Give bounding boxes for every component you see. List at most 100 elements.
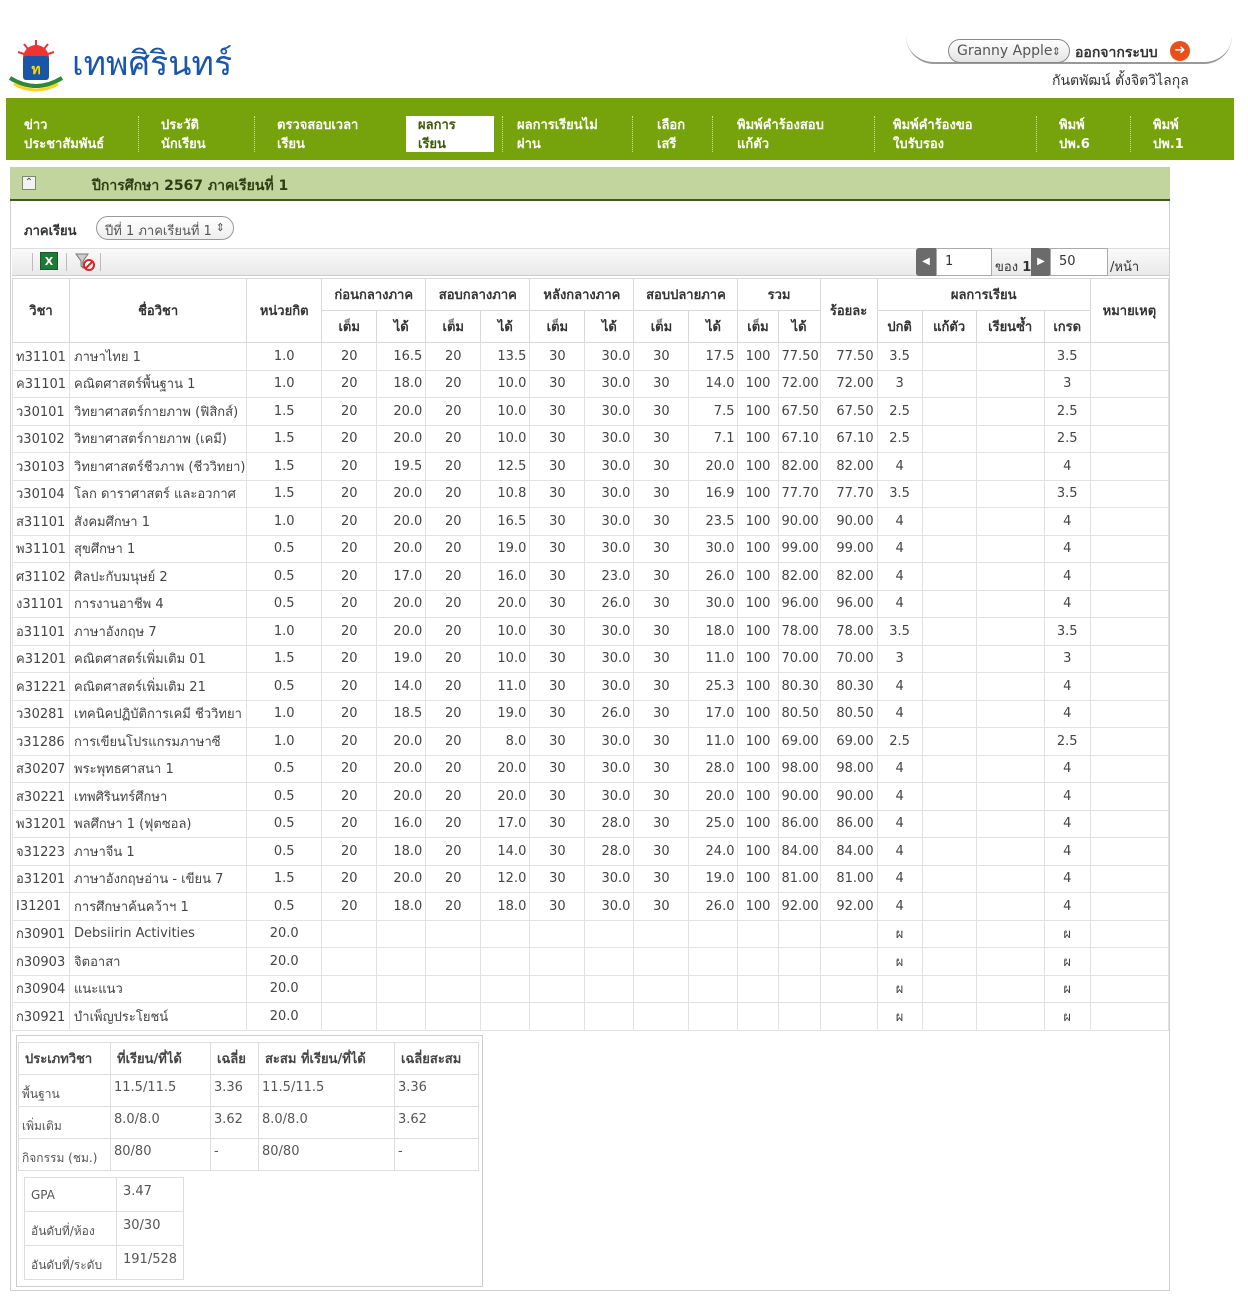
col-percent[interactable]: ร้อยละ	[819, 278, 878, 343]
table-cell: 100	[737, 837, 779, 866]
table-cell: 30.0	[584, 892, 635, 921]
table-cell	[819, 1002, 878, 1031]
table-cell: คณิตศาสตร์เพิ่มเติม 01	[69, 644, 248, 673]
nav-grades[interactable]: ผลการ เรียน	[406, 116, 494, 152]
table-row[interactable]: I31201 การศึกษาค้นคว้าฯ 1 0.5 20 18.0 20 18.0 3…	[11, 892, 1170, 921]
table-cell	[975, 727, 1045, 756]
table-cell: 1.5	[246, 397, 323, 426]
table-cell	[1089, 644, 1170, 673]
table-row[interactable]: ว30281 เทคนิคปฏิบัติการเคมี ชีววิทยา 1.0 20…	[11, 699, 1170, 728]
nav-failed-grades[interactable]: ผลการเรียนไม่ ผ่าน	[502, 116, 598, 152]
col-subject-name[interactable]: ชื่อวิชา	[69, 278, 248, 343]
table-row[interactable]: ว30103 วิทยาศาสตร์ชีวภาพ (ชีววิทยา) 1.5 20 1…	[11, 452, 1170, 481]
table-cell: 20	[425, 892, 482, 921]
table-row[interactable]: อ31101 ภาษาอังกฤษ 7 1.0 20 20.0 20 10.0 30 30.0 3…	[11, 617, 1170, 646]
table-cell	[1089, 369, 1170, 398]
term-select[interactable]: ปีที่ 1 ภาคเรียนที่ 1 ⇕	[96, 216, 234, 240]
table-row[interactable]: ศ31102 ศิลปะกับมนุษย์ 2 0.5 20 17.0 20 16.0 30 2…	[11, 562, 1170, 591]
col-credit[interactable]: หน่วยกิต	[246, 278, 323, 343]
table-cell	[737, 919, 779, 948]
rank-level-value: 191/528	[115, 1245, 185, 1280]
nav-print-por6[interactable]: พิมพ์ ปพ.6	[1036, 116, 1090, 152]
table-cell: ว30101	[11, 397, 71, 426]
table-row[interactable]: อ31201 ภาษาอังกฤษอ่าน - เขียน 7 1.5 20 20.0 2…	[11, 864, 1170, 893]
table-cell: 30.0	[584, 369, 635, 398]
table-cell: 30	[633, 864, 690, 893]
arrow-right-icon[interactable]: ➜	[1170, 41, 1190, 61]
table-cell: 96.00	[777, 589, 821, 618]
table-cell	[321, 919, 378, 948]
table-row[interactable]: พ31201 พลศึกษา 1 (ฟุตซอล) 0.5 20 16.0 20 17.0 3…	[11, 809, 1170, 838]
table-row[interactable]: ส30221 เทพศิรินทร์ศึกษา 0.5 20 20.0 20 20.0 30 3…	[11, 782, 1170, 811]
logout-link[interactable]: ออกจากระบบ	[1075, 42, 1158, 64]
col-subject-code[interactable]: วิชา	[11, 278, 71, 343]
table-row[interactable]: ง31101 การงานอาชีพ 4 0.5 20 20.0 20 20.0 30 26.0…	[11, 589, 1170, 618]
collapse-icon[interactable]: ⌃	[22, 176, 36, 190]
nav-news[interactable]: ข่าว ประชาสัมพันธ์	[24, 116, 104, 152]
table-cell: 4	[1043, 782, 1091, 811]
table-cell: 18.0	[480, 892, 531, 921]
table-cell: 0.5	[246, 782, 323, 811]
table-row[interactable]: ก30921 บำเพ็ญประโยชน์ 20.0 ผ ผ	[11, 1002, 1170, 1031]
table-row[interactable]: ก30903 จิตอาสา 20.0 ผ ผ	[11, 947, 1170, 976]
table-cell: 100	[737, 672, 779, 701]
page-size-input[interactable]: 50	[1050, 248, 1108, 276]
table-cell	[975, 699, 1045, 728]
chevron-updown-icon: ⇕	[1051, 45, 1061, 58]
nav-elective[interactable]: เลือก เสรี	[632, 116, 685, 152]
table-cell	[376, 947, 427, 976]
table-cell: 24.0	[688, 837, 739, 866]
page-input[interactable]: 1	[936, 248, 992, 276]
table-row[interactable]: ก30904 แนะแนว 20.0 ผ ผ	[11, 974, 1170, 1003]
table-row[interactable]: ค31101 คณิตศาสตร์พื้นฐาน 1 1.0 20 18.0 20 10.0…	[11, 369, 1170, 398]
table-row[interactable]: ค31201 คณิตศาสตร์เพิ่มเติม 01 1.5 20 19.0 20 1…	[11, 644, 1170, 673]
table-row[interactable]: ว31286 การเขียนโปรแกรมภาษาซี 1.0 20 20.0 20 8.…	[11, 727, 1170, 756]
excel-export-icon[interactable]: X	[40, 252, 58, 270]
col-remark[interactable]: หมายเหตุ	[1089, 278, 1170, 343]
table-cell: 30	[633, 534, 690, 563]
table-cell: 30	[633, 892, 690, 921]
table-cell: 3.5	[1043, 617, 1091, 646]
table-cell	[975, 342, 1045, 371]
user-select[interactable]: Granny Apple ⇕	[948, 39, 1070, 63]
clear-filter-icon[interactable]	[74, 252, 96, 272]
table-row[interactable]: ส31101 สังคมศึกษา 1 1.0 20 20.0 20 16.5 30 30.0 3…	[11, 507, 1170, 536]
table-cell: 80.30	[777, 672, 821, 701]
table-row[interactable]: ท31101 ภาษาไทย 1 1.0 20 16.5 20 13.5 30 30.0 30 17…	[11, 342, 1170, 371]
table-cell: 30.0	[584, 342, 635, 371]
table-cell: 7.5	[688, 397, 739, 426]
table-row[interactable]: ส30207 พระพุทธศาสนา 1 0.5 20 20.0 20 20.0 30 30.…	[11, 754, 1170, 783]
table-row[interactable]: ว30104 โลก ดาราศาสตร์ และอวกาศ 1.5 20 20.0 20…	[11, 479, 1170, 508]
table-cell: ว30104	[11, 479, 71, 508]
table-row[interactable]: ก30901 Debsiirin Activities 20.0 ผ ผ	[11, 919, 1170, 948]
table-cell	[921, 617, 977, 646]
table-row[interactable]: ว30102 วิทยาศาสตร์กายภาพ (เคมี) 1.5 20 20.0 2…	[11, 424, 1170, 453]
table-cell	[633, 1002, 690, 1031]
table-cell: 4	[876, 809, 923, 838]
nav-print-certificate[interactable]: พิมพ์คำร้องขอ ใบรับรอง	[874, 116, 973, 152]
table-row[interactable]: พ31101 สุขศึกษา 1 0.5 20 20.0 20 19.0 30 30.0 30 3…	[11, 534, 1170, 563]
nav-attendance[interactable]: ตรวจสอบเวลา เรียน	[254, 116, 358, 152]
summary-table: ประเภทวิชา ที่เรียน/ที่ได้ เฉลี่ย สะสม ท…	[18, 1042, 479, 1171]
toolbar-divider	[66, 253, 67, 271]
table-cell: 20	[321, 782, 378, 811]
col-repeat: เรียนซ้ำ	[975, 310, 1045, 343]
table-cell: การศึกษาค้นคว้าฯ 1	[69, 892, 248, 921]
table-cell: 20.0	[688, 452, 739, 481]
prev-page-button[interactable]: ◀	[916, 248, 936, 276]
col-full: เต็ม	[425, 310, 482, 343]
table-row[interactable]: ว30101 วิทยาศาสตร์กายภาพ (ฟิสิกส์) 1.5 20 20…	[11, 397, 1170, 426]
table-cell: 100	[737, 727, 779, 756]
table-cell: 19.0	[480, 699, 531, 728]
nav-print-retest[interactable]: พิมพ์คำร้องสอบ แก้ตัว	[712, 116, 824, 152]
table-cell	[321, 947, 378, 976]
table-row[interactable]: ค31221 คณิตศาสตร์เพิ่มเติม 21 0.5 20 14.0 20 1…	[11, 672, 1170, 701]
table-row[interactable]: จ31223 ภาษาจีน 1 0.5 20 18.0 20 14.0 30 28.0 30 24…	[11, 837, 1170, 866]
table-cell	[921, 974, 977, 1003]
nav-print-por1[interactable]: พิมพ์ ปพ.1	[1130, 116, 1184, 152]
nav-student-profile[interactable]: ประวัติ นักเรียน	[138, 116, 206, 152]
next-page-button[interactable]: ▶	[1031, 248, 1051, 276]
table-cell: 2.5	[1043, 727, 1091, 756]
table-cell	[975, 617, 1045, 646]
table-cell: 26.0	[584, 699, 635, 728]
